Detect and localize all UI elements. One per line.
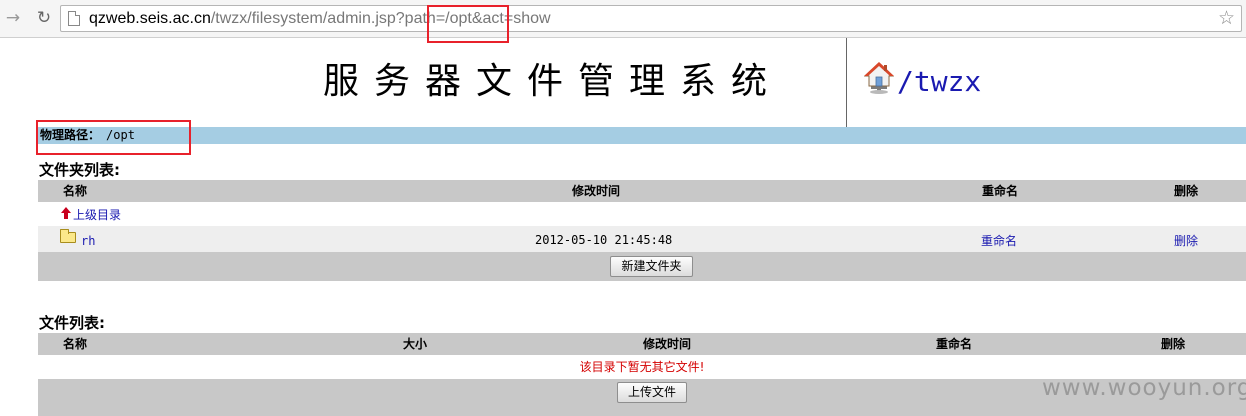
physical-path-bar: 物理路径：/opt bbox=[38, 127, 1246, 144]
highlight-path-param bbox=[427, 5, 509, 43]
back-arrow-icon[interactable]: → bbox=[3, 8, 23, 28]
new-folder-button[interactable]: 新建文件夹 bbox=[610, 256, 693, 277]
up-arrow-icon bbox=[61, 207, 71, 219]
file-table-header: 名称 大小 修改时间 重命名 删除 bbox=[38, 333, 1246, 355]
folder-delete-link[interactable]: 删除 bbox=[1174, 232, 1198, 249]
file-list-heading: 文件列表: bbox=[39, 314, 105, 332]
folder-table-header: 名称 修改时间 重命名 删除 bbox=[38, 180, 1246, 202]
header-divider bbox=[846, 38, 847, 127]
page-icon bbox=[68, 11, 80, 26]
folder-list-heading: 文件夹列表: bbox=[39, 161, 120, 179]
col-rename: 重命名 bbox=[982, 184, 1019, 198]
home-icon bbox=[864, 62, 894, 94]
col-name: 名称 bbox=[63, 184, 88, 198]
address-bar[interactable]: qzweb.seis.ac.cn/twzx/filesystem/admin.j… bbox=[60, 5, 1242, 32]
col-modified: 修改时间 bbox=[643, 337, 692, 351]
folder-rename-link[interactable]: 重命名 bbox=[981, 232, 1017, 249]
col-delete: 删除 bbox=[1161, 337, 1186, 351]
col-name: 名称 bbox=[63, 337, 88, 351]
col-size: 大小 bbox=[403, 337, 428, 351]
folder-icon bbox=[60, 229, 76, 243]
col-delete: 删除 bbox=[1174, 184, 1199, 198]
upload-file-button[interactable]: 上传文件 bbox=[617, 382, 687, 403]
table-row: rh 2012-05-10 21:45:48 重命名 删除 bbox=[38, 226, 1246, 252]
browser-toolbar: → ↻ qzweb.seis.ac.cn/twzx/filesystem/adm… bbox=[0, 0, 1246, 38]
col-rename: 重命名 bbox=[936, 337, 973, 351]
parent-directory-row: 上级目录 bbox=[38, 203, 1246, 225]
reload-icon[interactable]: ↻ bbox=[34, 8, 54, 28]
page-title: 服务器文件管理系统 bbox=[323, 61, 783, 102]
bookmark-star-icon[interactable]: ☆ bbox=[1218, 8, 1235, 28]
url-host: qzweb.seis.ac.cn bbox=[89, 10, 211, 27]
watermark: www.wooyun.org bbox=[1042, 375, 1246, 401]
col-modified: 修改时间 bbox=[572, 184, 621, 198]
highlight-physical-path bbox=[36, 120, 191, 155]
parent-directory-link[interactable]: 上级目录 bbox=[73, 206, 121, 223]
folder-modified-time: 2012-05-10 21:45:48 bbox=[535, 233, 673, 247]
folder-name-link[interactable]: rh bbox=[81, 234, 95, 248]
folder-actions-bar: 新建文件夹 bbox=[38, 252, 1246, 281]
root-link[interactable]: /twzx bbox=[897, 62, 981, 102]
